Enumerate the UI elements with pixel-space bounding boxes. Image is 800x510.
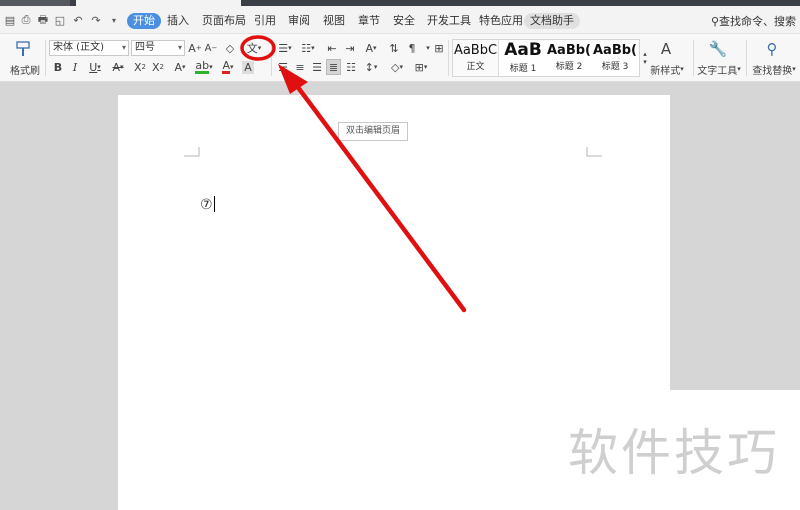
bullet-list-icon[interactable]: ☰ ▾ <box>276 40 294 56</box>
style-heading-2-label: 标题 2 <box>555 62 583 72</box>
command-search-label: 查找命令、搜索 <box>719 15 796 28</box>
style-heading-2[interactable]: AaBb( 标题 2 <box>546 40 592 76</box>
numbered-list-icon[interactable]: ☷ ▾ <box>299 40 317 56</box>
strikethrough-icon[interactable]: A ▾ <box>108 59 128 75</box>
new-style-button[interactable]: 新样式 ▾ <box>647 62 687 77</box>
menu-tab-security[interactable]: 安全 <box>387 13 421 29</box>
menu-tab-chapter[interactable]: 章节 <box>352 13 386 29</box>
align-center-icon[interactable]: ≡ <box>293 59 307 75</box>
style-heading-3-label: 标题 3 <box>601 62 629 72</box>
align-right-icon[interactable]: ☰ <box>310 59 324 75</box>
watermark-text: 软件技巧 <box>568 424 780 482</box>
menu-tab-doc-assistant[interactable]: 文档助手 <box>524 13 580 29</box>
decrease-indent-icon[interactable]: ⇤ <box>324 40 340 56</box>
font-name-value: 宋体 (正文) <box>53 42 104 53</box>
menu-tab-layout[interactable]: 页面布局 <box>196 13 252 29</box>
find-icon[interactable]: ⚲ <box>761 39 783 59</box>
style-gallery: AaBbC 正文 AaB 标题 1 AaBb( 标题 2 AaBb( 标题 3 <box>452 39 640 77</box>
search-icon: ⚲ <box>710 15 719 28</box>
find-replace-button[interactable]: 查找替换 ▾ <box>750 62 798 77</box>
new-style-label: 新样式 <box>650 65 681 77</box>
clear-format-icon[interactable]: ◇ <box>222 40 238 56</box>
bold-icon[interactable]: B <box>51 59 65 75</box>
print-icon[interactable]: 🖶 <box>36 13 50 27</box>
document-body-text[interactable]: ⑦ <box>200 197 213 213</box>
menu-tab-view[interactable]: 视图 <box>317 13 351 29</box>
menu-bar: ▤ ⎙ 🖶 ◱ ↶ ↷ ▾ 开始 插入 页面布局 引用 审阅 视图 章节 安全 … <box>0 6 800 34</box>
highlight-icon[interactable]: ab ▾ <box>193 59 215 75</box>
font-size-select[interactable]: 四号 ▾ <box>131 40 185 56</box>
shading-icon[interactable]: ◇ ▾ <box>386 59 408 75</box>
find-replace-label: 查找替换 <box>752 65 793 77</box>
style-normal-label: 正文 <box>466 62 485 72</box>
subscript-icon[interactable]: X2 <box>150 59 166 75</box>
style-heading-1[interactable]: AaB 标题 1 <box>500 40 546 76</box>
menu-tab-developer[interactable]: 开发工具 <box>421 13 477 29</box>
increase-indent-icon[interactable]: ⇥ <box>342 40 358 56</box>
menu-tab-review[interactable]: 审阅 <box>282 13 316 29</box>
text-tools-button[interactable]: 文字工具 ▾ <box>697 62 741 77</box>
grow-font-icon[interactable]: A + <box>188 40 202 56</box>
print-preview-icon[interactable]: ◱ <box>53 13 67 27</box>
header-edit-hint: 双击编辑页眉 <box>338 122 408 141</box>
style-heading-3-sample: AaBb( <box>593 43 637 58</box>
margin-corner-top-right <box>586 147 602 157</box>
phonetic-guide-icon[interactable]: 文 ▾ <box>242 40 266 56</box>
style-heading-3[interactable]: AaBb( 标题 3 <box>592 40 638 76</box>
menu-tab-home[interactable]: 开始 <box>127 13 161 29</box>
style-normal[interactable]: AaBbC 正文 <box>453 40 499 76</box>
show-marks-icon[interactable]: ¶ <box>405 40 419 56</box>
border-icon[interactable]: ⊞ ▾ <box>410 59 432 75</box>
undo-icon[interactable]: ↶ <box>71 13 85 27</box>
font-color-icon[interactable]: A ▾ <box>218 59 238 75</box>
chevron-down-icon: ▾ <box>121 43 126 52</box>
justify-icon[interactable]: ≣ <box>326 59 341 75</box>
wrench-icon[interactable]: 🔧 <box>707 39 729 59</box>
style-heading-2-sample: AaBb( <box>547 43 591 58</box>
output-pdf-icon[interactable]: ⎙ <box>19 13 33 27</box>
text-effect-icon[interactable]: A ▾ <box>170 59 190 75</box>
sort-icon[interactable]: ⇅ <box>386 40 402 56</box>
align-left-icon[interactable]: ☰ <box>276 59 290 75</box>
format-painter-icon[interactable] <box>12 39 34 59</box>
save-icon[interactable]: ▤ <box>3 13 17 27</box>
font-name-select[interactable]: 宋体 (正文) ▾ <box>49 40 129 56</box>
margin-corner-top-left <box>184 147 200 157</box>
redo-icon[interactable]: ↷ <box>89 13 103 27</box>
menu-tab-insert[interactable]: 插入 <box>161 13 195 29</box>
shrink-font-icon[interactable]: A − <box>204 40 218 56</box>
quick-access-dropdown-icon[interactable]: ▾ <box>107 13 121 27</box>
format-painter-label[interactable]: 格式刷 <box>10 62 40 77</box>
distributed-align-icon[interactable]: ☷ <box>344 59 358 75</box>
italic-icon[interactable]: I <box>68 59 82 75</box>
line-spacing-icon[interactable]: ↕ ▾ <box>362 59 380 75</box>
superscript-icon[interactable]: X2 <box>132 59 148 75</box>
style-heading-1-sample: AaB <box>504 40 542 60</box>
chevron-down-icon: ▾ <box>177 43 182 52</box>
chinese-layout-icon[interactable]: A ▾ <box>362 40 380 56</box>
new-style-icon[interactable]: A <box>655 39 677 59</box>
style-normal-sample: AaBbC <box>453 43 498 58</box>
underline-icon[interactable]: U ▾ <box>85 59 105 75</box>
ribbon-toolbar: 格式刷 宋体 (正文) ▾ 四号 ▾ A + A − ◇ 文 ▾ B I U ▾ A ▾ … <box>0 34 800 82</box>
table-insert-icon[interactable]: ⊞ <box>432 40 446 56</box>
menu-tab-features[interactable]: 特色应用 <box>473 13 529 29</box>
character-shading-icon[interactable]: A <box>240 59 256 75</box>
style-heading-1-label: 标题 1 <box>509 64 537 74</box>
font-size-value: 四号 <box>135 42 155 53</box>
command-search[interactable]: ⚲查找命令、搜索 <box>711 13 796 29</box>
text-cursor <box>214 196 215 212</box>
menu-tab-references[interactable]: 引用 <box>248 13 282 29</box>
text-tools-label: 文字工具 <box>697 65 738 77</box>
